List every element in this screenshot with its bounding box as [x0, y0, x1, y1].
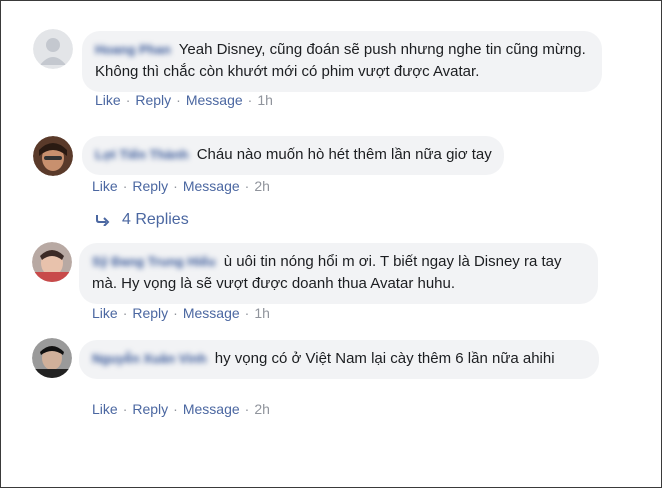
view-replies-link[interactable]: 4 Replies — [96, 211, 189, 229]
comment-bubble: Hoang Phan Yeah Disney, cũng đoán sẽ pus… — [82, 31, 602, 92]
comment-bubble: Sỹ Đang Trung Hiếu ù uôi tin nóng hổi m … — [79, 243, 598, 304]
message-link[interactable]: Message — [183, 401, 240, 417]
reply-arrow-icon — [96, 215, 110, 227]
message-link[interactable]: Message — [183, 178, 240, 194]
comment-author[interactable]: Hoang Phan — [95, 42, 171, 57]
separator: · — [122, 401, 128, 417]
reply-link[interactable]: Reply — [132, 178, 168, 194]
separator: · — [247, 92, 253, 108]
separator: · — [244, 305, 250, 321]
separator: · — [125, 92, 131, 108]
message-link[interactable]: Message — [186, 92, 243, 108]
comment-author[interactable]: Sỹ Đang Trung Hiếu — [92, 254, 216, 269]
comment-text: hy vọng có ở Việt Nam lại cày thêm 6 lần… — [214, 350, 555, 367]
comment-author[interactable]: Nguyễn Xuân Vinh — [92, 351, 207, 366]
message-link[interactable]: Message — [183, 305, 240, 321]
comment-bubble: Nguyễn Xuân Vinh hy vọng có ở Việt Nam l… — [79, 340, 599, 379]
timestamp[interactable]: 1h — [257, 92, 273, 108]
avatar[interactable] — [33, 136, 73, 176]
replies-label[interactable]: 4 Replies — [122, 211, 189, 228]
reply-link[interactable]: Reply — [135, 92, 171, 108]
comment-text: Cháu nào muốn hò hét thêm lần nữa giơ ta… — [196, 146, 492, 163]
timestamp[interactable]: 2h — [254, 401, 270, 417]
separator: · — [122, 305, 128, 321]
comment-bubble: Lợi Tiến Thành Cháu nào muốn hò hét thêm… — [82, 136, 504, 175]
reply-link[interactable]: Reply — [132, 305, 168, 321]
separator: · — [173, 305, 178, 321]
timestamp[interactable]: 2h — [254, 178, 270, 194]
avatar[interactable] — [32, 338, 72, 378]
like-link[interactable]: Like — [92, 401, 118, 417]
comment-author[interactable]: Lợi Tiến Thành — [95, 147, 189, 162]
timestamp[interactable]: 1h — [254, 305, 270, 321]
comment-actions: Like · Reply · Message · 1h — [92, 305, 270, 321]
separator: · — [173, 178, 178, 194]
avatar[interactable] — [32, 242, 72, 282]
reply-link[interactable]: Reply — [132, 401, 168, 417]
like-link[interactable]: Like — [92, 178, 118, 194]
like-link[interactable]: Like — [95, 92, 121, 108]
separator: · — [244, 178, 250, 194]
separator: · — [176, 92, 181, 108]
avatar[interactable] — [33, 29, 73, 69]
comment-actions: Like · Reply · Message · 1h — [95, 92, 273, 108]
separator: · — [173, 401, 178, 417]
separator: · — [122, 178, 128, 194]
comment-actions: Like · Reply · Message · 2h — [92, 401, 270, 417]
separator: · — [244, 401, 250, 417]
comment-actions: Like · Reply · Message · 2h — [92, 178, 270, 194]
like-link[interactable]: Like — [92, 305, 118, 321]
